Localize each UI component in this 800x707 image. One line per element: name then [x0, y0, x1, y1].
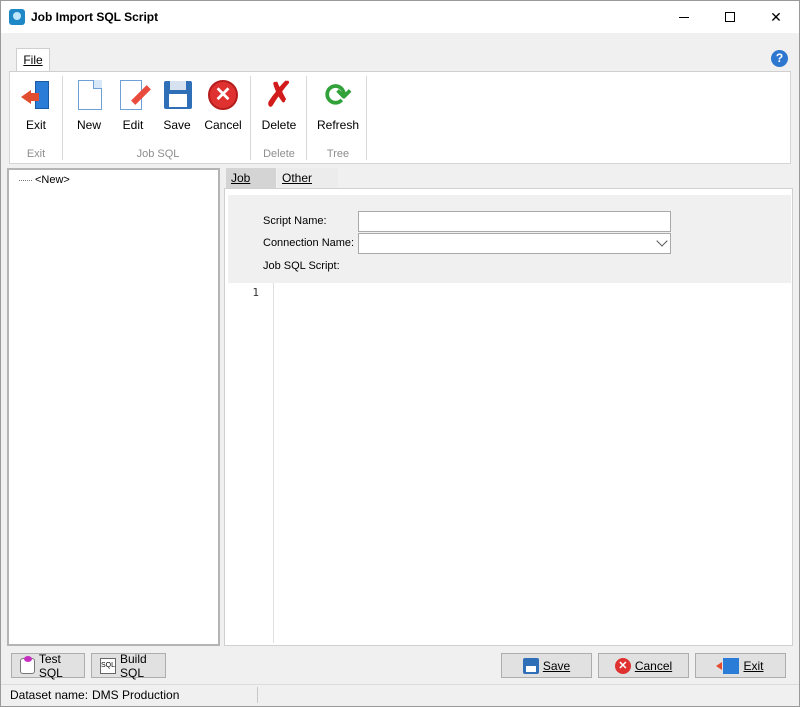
job-sql-panel: Script Name: Connection Name: Job SQL Sc… — [224, 188, 793, 646]
maximize-icon — [725, 12, 735, 22]
refresh-ribbon-label: Refresh — [316, 118, 360, 132]
group-label-delete: Delete — [263, 148, 295, 160]
tab-file[interactable]: File — [16, 48, 50, 72]
script-tree[interactable]: <New> — [7, 168, 220, 646]
save-disk-icon — [522, 657, 539, 674]
group-label-job-sql: Job SQL — [136, 148, 180, 160]
build-sql-label: Build SQL — [120, 651, 147, 680]
group-label-exit: Exit — [26, 148, 46, 160]
minimize-icon — [679, 16, 689, 18]
tree-item-label: <New> — [35, 174, 70, 186]
status-separator — [257, 687, 258, 703]
group-separator — [250, 76, 251, 160]
job-sql-script-label: Job SQL Script: — [263, 260, 340, 272]
build-sql-button[interactable]: SQL Build SQL — [91, 651, 166, 680]
save-button-label: Save — [542, 658, 571, 673]
close-button[interactable]: ✕ — [753, 1, 799, 33]
delete-ribbon-label: Delete — [261, 118, 297, 132]
dataset-name-value: DMS Production — [92, 688, 180, 702]
app-diamond-icon — [9, 9, 25, 25]
save-disk-icon — [160, 78, 194, 112]
group-separator — [306, 76, 307, 160]
new-ribbon-label: New — [76, 118, 101, 132]
sql-editor[interactable]: 1 — [228, 283, 791, 645]
help-icon[interactable]: ? — [771, 50, 788, 67]
save-button[interactable]: Save — [501, 653, 592, 678]
cancel-x-circle-icon: ✕ — [614, 657, 631, 674]
chevron-down-icon — [656, 235, 668, 247]
new-ribbon-button[interactable]: New — [72, 78, 106, 132]
close-icon: ✕ — [770, 8, 782, 25]
cancel-button-label: Cancel — [634, 658, 673, 673]
maximize-button[interactable] — [707, 1, 753, 33]
tab-file-label: File — [23, 53, 43, 67]
test-database-icon — [20, 655, 35, 674]
test-sql-label: Test SQL — [38, 651, 63, 680]
group-label-tree: Tree — [326, 148, 350, 160]
window-title: Job Import SQL Script — [31, 10, 159, 24]
edit-document-icon — [116, 78, 151, 112]
connection-name-select[interactable] — [358, 233, 671, 254]
exit-door-icon — [19, 78, 53, 112]
script-form: Script Name: Connection Name: Job SQL Sc… — [228, 195, 791, 283]
cancel-ribbon-button[interactable]: ✕ Cancel — [203, 78, 243, 132]
tab-other-sql[interactable]: Other SQL — [277, 168, 338, 205]
save-ribbon-label: Save — [163, 118, 191, 132]
exit-button[interactable]: Exit — [695, 653, 786, 678]
refresh-ribbon-button[interactable]: ⟳ Refresh — [316, 78, 360, 132]
connection-name-label: Connection Name: — [263, 237, 355, 249]
script-name-label: Script Name: — [263, 215, 327, 227]
delete-ribbon-button[interactable]: ✗ Delete — [260, 78, 298, 132]
script-name-input[interactable] — [358, 211, 671, 232]
dataset-name-label: Dataset name: — [10, 688, 89, 702]
edit-ribbon-button[interactable]: Edit — [116, 78, 151, 132]
edit-ribbon-label: Edit — [122, 118, 144, 132]
tree-item-new[interactable]: <New> — [19, 174, 70, 186]
test-sql-button[interactable]: Test SQL — [11, 651, 85, 680]
exit-door-icon — [716, 657, 740, 674]
save-ribbon-button[interactable]: Save — [160, 78, 194, 132]
build-sql-icon: SQL — [100, 657, 116, 674]
exit-ribbon-button[interactable]: Exit — [18, 78, 54, 132]
cancel-button[interactable]: ✕ Cancel — [598, 653, 689, 678]
tab-job-sql[interactable]: Job SQL — [226, 168, 276, 205]
exit-button-label: Exit — [743, 658, 764, 673]
refresh-arrows-icon: ⟳ — [324, 77, 352, 113]
title-bar: Job Import SQL Script ✕ — [1, 1, 799, 33]
ribbon-tab-strip: File ? — [1, 33, 799, 72]
exit-ribbon-label: Exit — [25, 118, 46, 132]
group-separator — [366, 76, 367, 160]
status-bar: Dataset name: DMS Production — [1, 684, 799, 706]
line-number-gutter: 1 — [228, 283, 274, 643]
group-separator — [62, 76, 63, 160]
minimize-button[interactable] — [661, 1, 707, 33]
ribbon: Exit Exit New Edit Save ✕ Cancel Job SQL… — [9, 71, 791, 164]
cancel-ribbon-label: Cancel — [204, 118, 242, 132]
cancel-x-circle-icon: ✕ — [206, 78, 240, 112]
app-window: Job Import SQL Script ✕ File ? Exit Exit… — [0, 0, 800, 707]
tree-connector — [19, 179, 32, 181]
delete-x-icon: ✗ — [264, 76, 294, 114]
new-document-icon — [72, 78, 106, 112]
line-number: 1 — [252, 286, 259, 299]
